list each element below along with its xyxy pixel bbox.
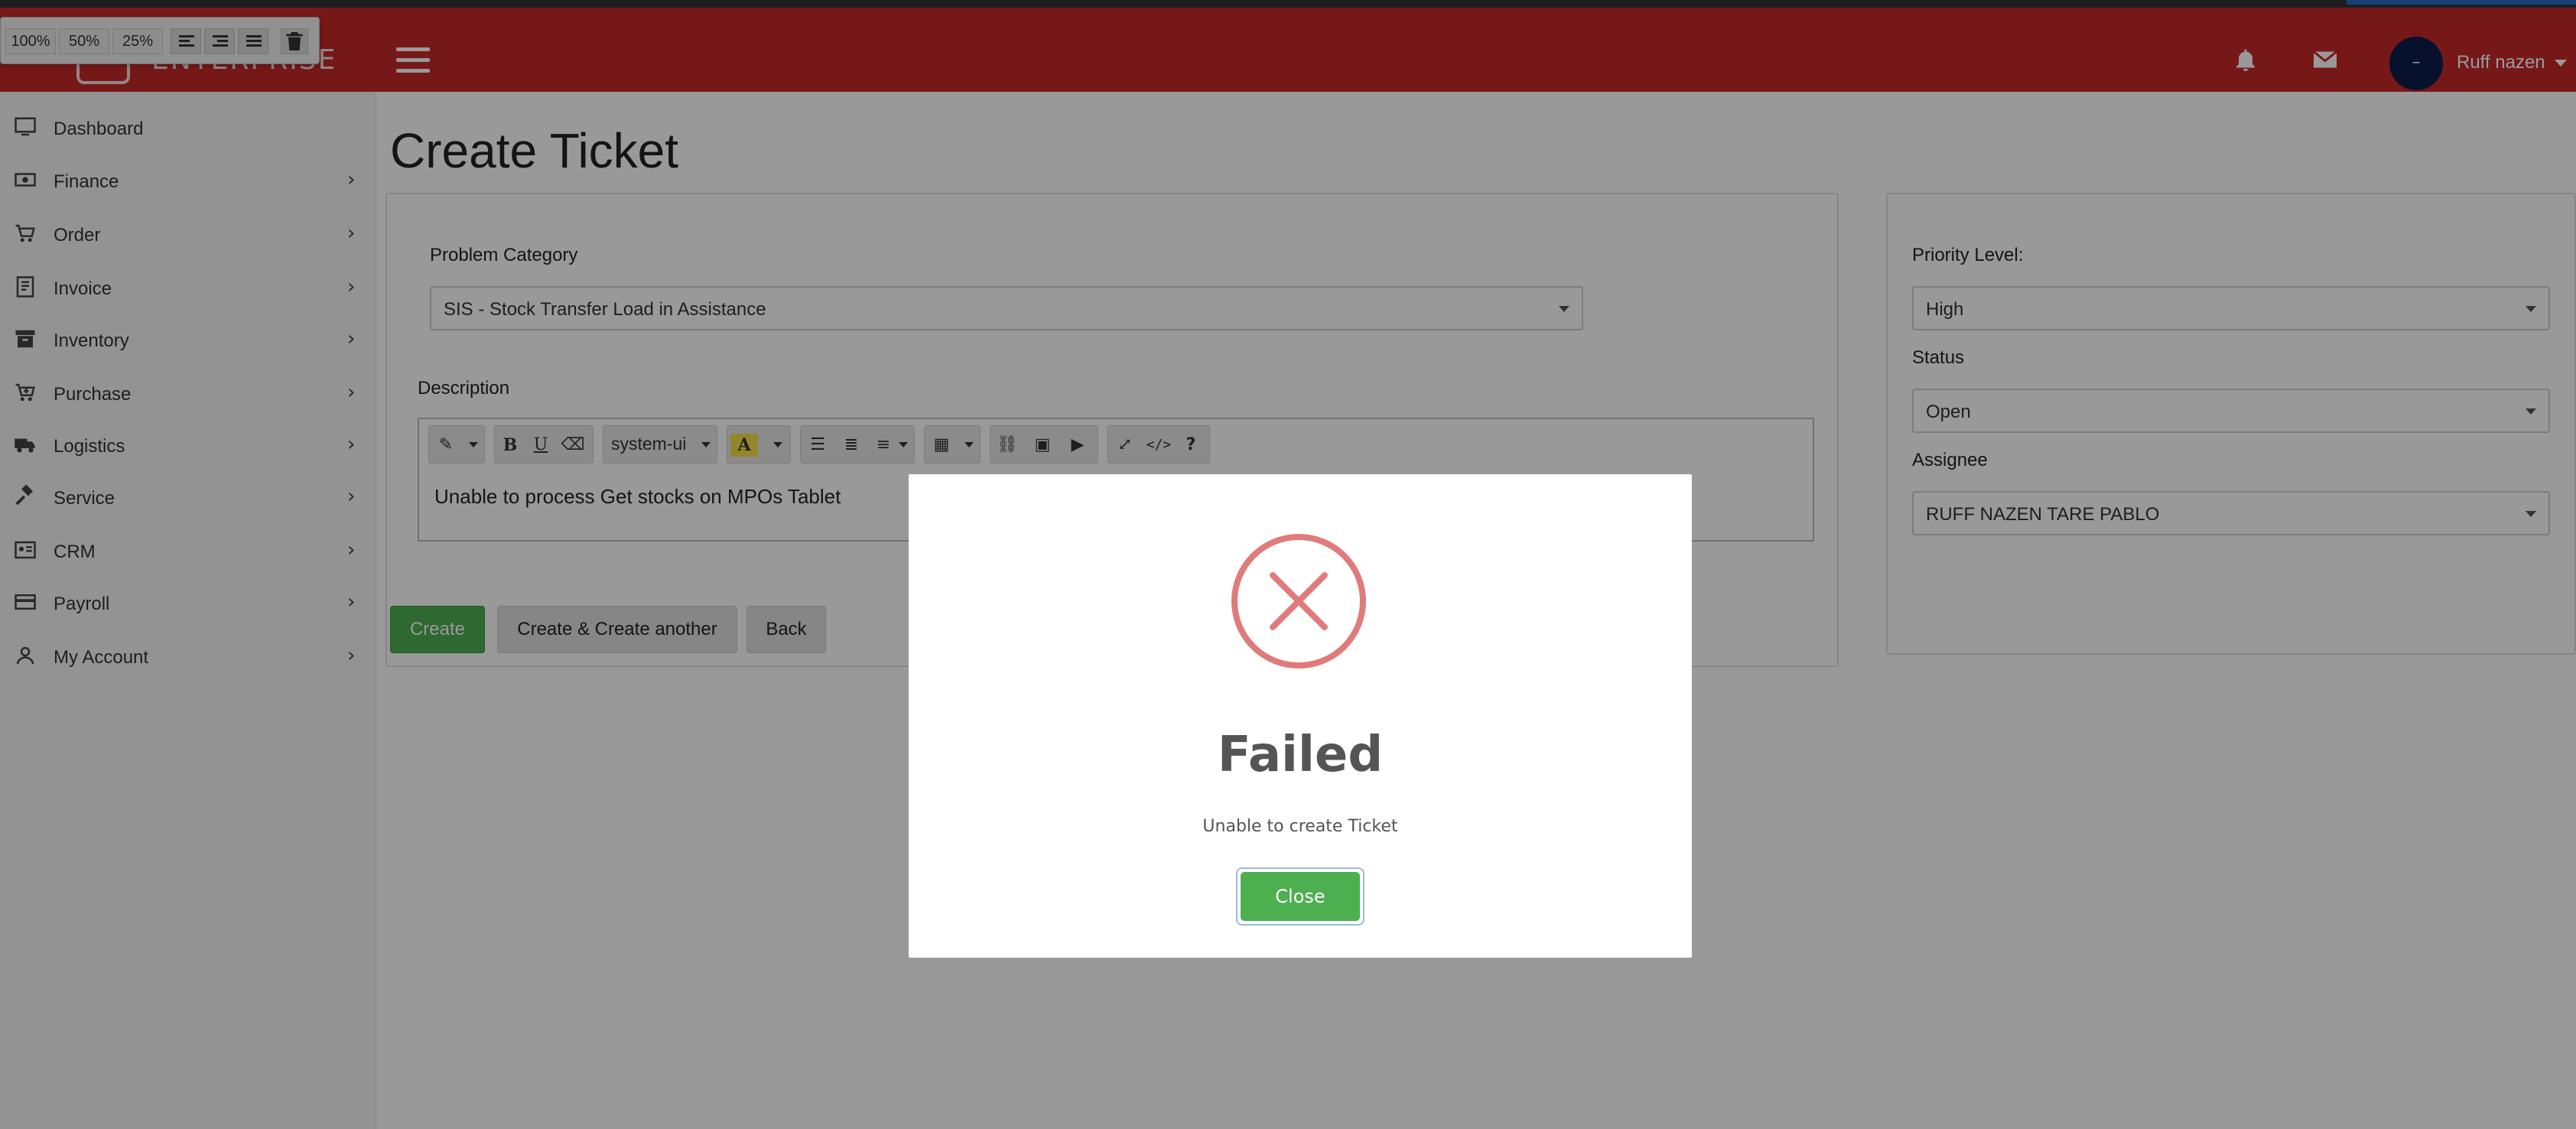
close-button-label: Close [1241,872,1360,921]
close-button[interactable]: Close [1236,867,1364,926]
dialog-title: Failed [1217,727,1384,783]
error-x-icon [1231,534,1366,669]
dialog-message: Unable to create Ticket [1202,817,1398,836]
error-dialog: Failed Unable to create Ticket Close [909,474,1692,958]
